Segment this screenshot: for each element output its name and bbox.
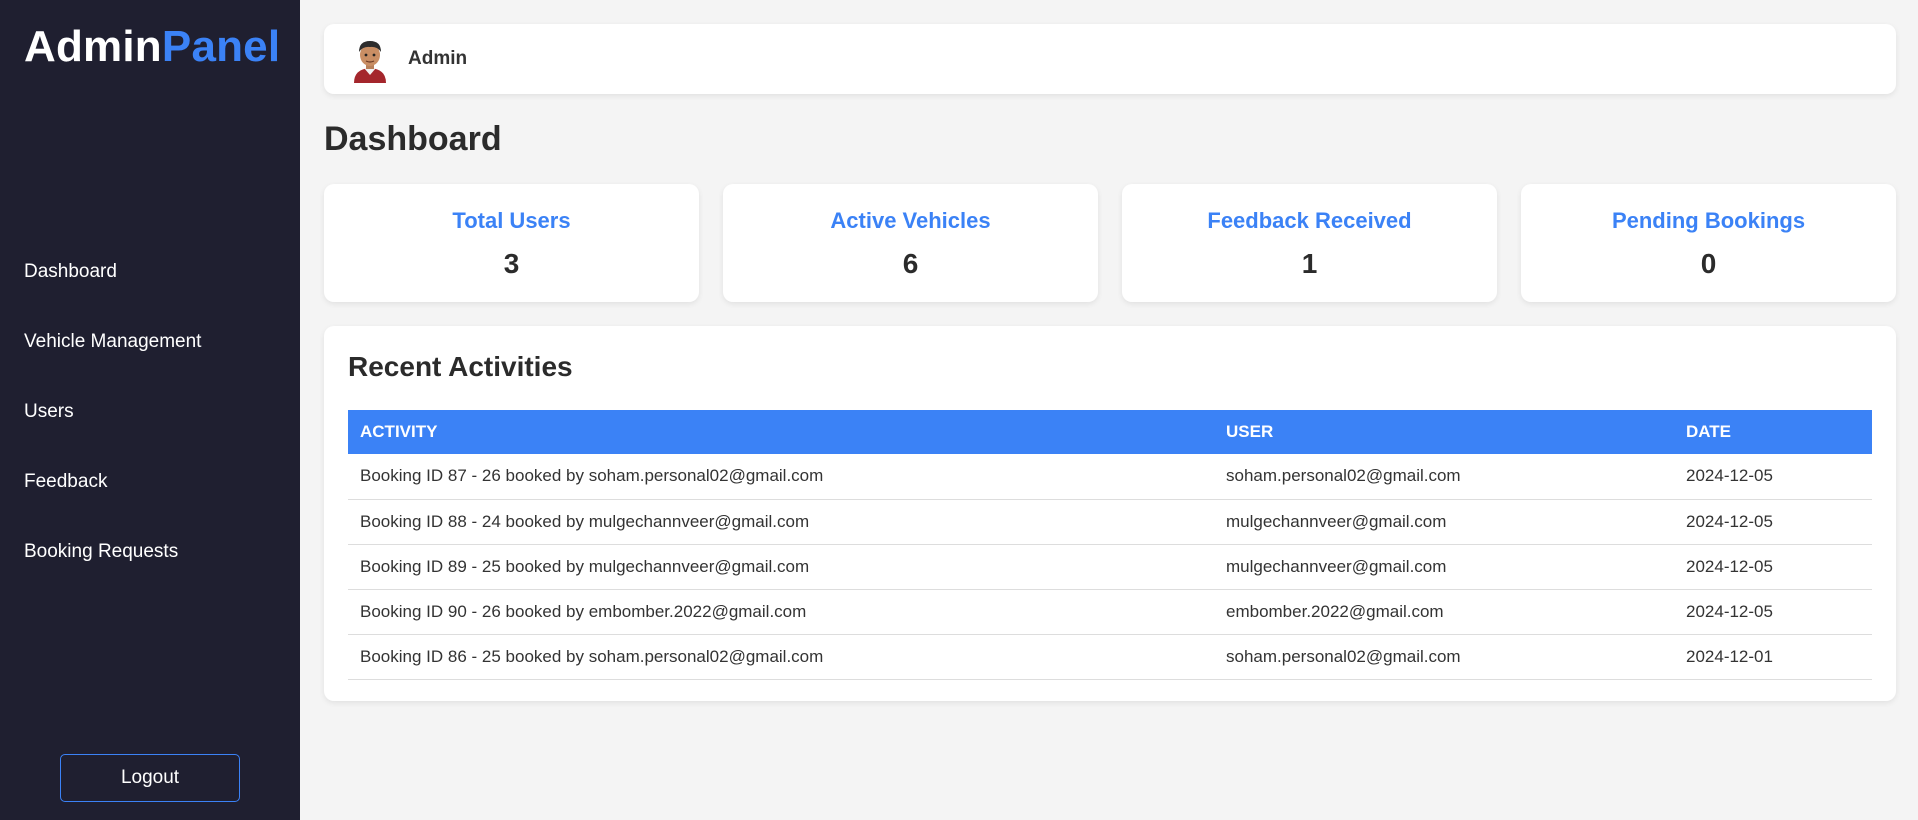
user-cell: mulgechannveer@gmail.com: [1214, 544, 1674, 590]
top-bar: Admin: [324, 24, 1896, 94]
sidebar-item-booking-requests[interactable]: Booking Requests: [0, 517, 300, 587]
activity-cell: Booking ID 87 - 26 booked by soham.perso…: [348, 454, 1214, 500]
recent-activities-panel: Recent Activities ACTIVITY USER DATE Boo…: [324, 326, 1896, 701]
stat-card-total-users: Total Users 3: [324, 184, 699, 302]
user-cell: embomber.2022@gmail.com: [1214, 589, 1674, 635]
activity-cell: Booking ID 89 - 25 booked by mulgechannv…: [348, 544, 1214, 590]
table-row: Booking ID 87 - 26 booked by soham.perso…: [348, 454, 1872, 500]
activity-cell: Booking ID 88 - 24 booked by mulgechannv…: [348, 499, 1214, 545]
stat-label: Feedback Received: [1207, 208, 1412, 233]
activity-cell: Booking ID 90 - 26 booked by embomber.20…: [348, 589, 1214, 635]
activity-cell: Booking ID 86 - 25 booked by soham.perso…: [348, 634, 1214, 680]
logout-button[interactable]: Logout: [60, 754, 240, 802]
stat-card-active-vehicles: Active Vehicles 6: [723, 184, 1098, 302]
logo-panel-text: Panel: [161, 22, 281, 71]
sidebar-item-vehicle-management[interactable]: Vehicle Management: [0, 307, 300, 377]
logo: AdminPanel: [24, 22, 280, 72]
date-cell: 2024-12-05: [1674, 499, 1872, 545]
column-header-user: USER: [1214, 410, 1674, 454]
sidebar-nav: Dashboard Vehicle Management Users Feedb…: [0, 237, 300, 587]
user-cell: soham.personal02@gmail.com: [1214, 634, 1674, 680]
user-cell: soham.personal02@gmail.com: [1214, 454, 1674, 500]
sidebar-item-users[interactable]: Users: [0, 377, 300, 447]
user-cell: mulgechannveer@gmail.com: [1214, 499, 1674, 545]
column-header-activity: ACTIVITY: [348, 410, 1214, 454]
stat-value: 1: [1301, 248, 1318, 279]
sidebar-item-dashboard[interactable]: Dashboard: [0, 237, 300, 307]
date-cell: 2024-12-05: [1674, 454, 1872, 500]
sidebar: AdminPanel Dashboard Vehicle Management …: [0, 0, 300, 820]
stat-card-pending-bookings: Pending Bookings 0: [1521, 184, 1896, 302]
date-cell: 2024-12-05: [1674, 544, 1872, 590]
recent-activities-title: Recent Activities: [348, 351, 573, 382]
stat-value: 3: [503, 248, 520, 279]
stats-row: Total Users 3 Active Vehicles 6 Feedback…: [324, 184, 1896, 302]
stat-label: Total Users: [452, 208, 571, 233]
sidebar-item-feedback[interactable]: Feedback: [0, 447, 300, 517]
table-header-row: ACTIVITY USER DATE: [348, 410, 1872, 454]
table-row: Booking ID 90 - 26 booked by embomber.20…: [348, 589, 1872, 635]
date-cell: 2024-12-01: [1674, 634, 1872, 680]
admin-username: Admin: [408, 48, 468, 69]
stat-label: Active Vehicles: [830, 208, 991, 233]
user-avatar-icon[interactable]: [350, 35, 390, 83]
date-cell: 2024-12-05: [1674, 589, 1872, 635]
stat-value: 6: [902, 248, 919, 279]
table-row: Booking ID 88 - 24 booked by mulgechannv…: [348, 499, 1872, 545]
column-header-date: DATE: [1674, 410, 1872, 454]
table-row: Booking ID 89 - 25 booked by mulgechannv…: [348, 544, 1872, 590]
stat-card-feedback-received: Feedback Received 1: [1122, 184, 1497, 302]
page-title: Dashboard: [324, 120, 502, 158]
activities-table: ACTIVITY USER DATE Booking ID 87 - 26 bo…: [348, 410, 1872, 680]
stat-value: 0: [1700, 248, 1717, 279]
stat-label: Pending Bookings: [1611, 208, 1806, 233]
table-row: Booking ID 86 - 25 booked by soham.perso…: [348, 634, 1872, 680]
main-content: Admin Dashboard Total Users 3 Active Veh…: [324, 24, 1896, 701]
logo-admin-text: Admin: [24, 22, 162, 71]
